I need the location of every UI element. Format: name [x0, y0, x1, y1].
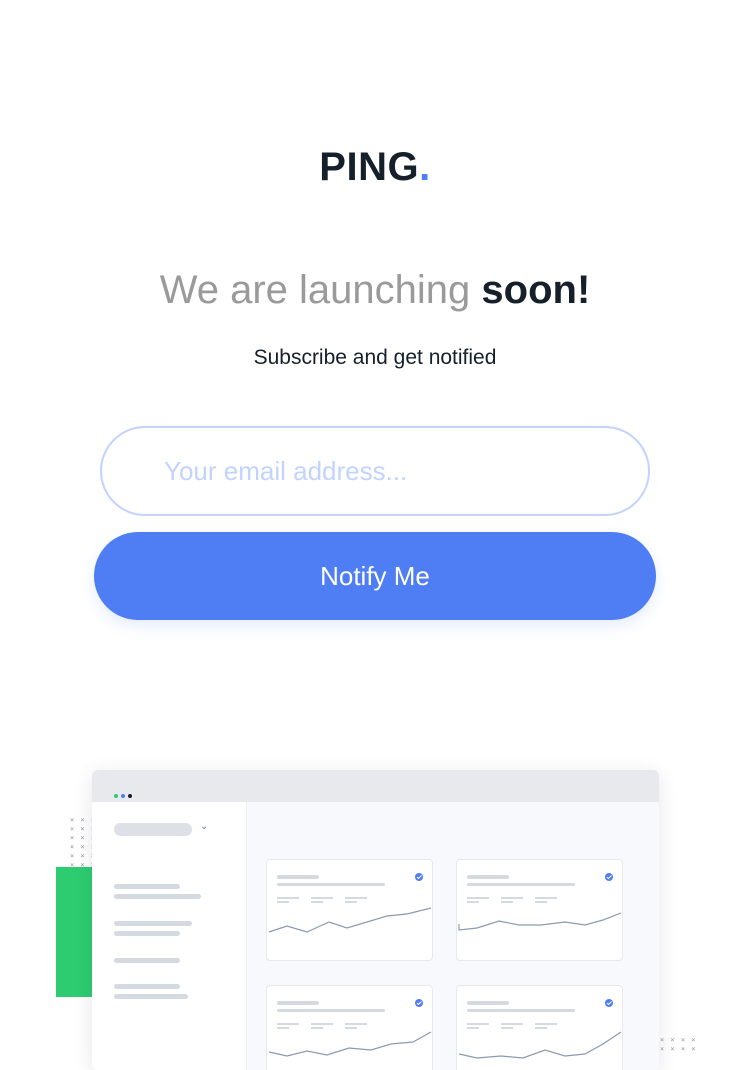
line-chart-icon [458, 999, 622, 1059]
mockup-select [114, 823, 192, 836]
mockup-line [114, 958, 180, 963]
line-chart-icon [268, 873, 432, 933]
email-field-wrapper [100, 426, 650, 516]
brand-dot: . [419, 145, 431, 189]
green-accent-block [56, 867, 96, 997]
chevron-down-icon: ⌄ [200, 821, 209, 832]
mockup-line [114, 884, 180, 889]
headline-bold: soon! [481, 268, 591, 312]
dashboard-illustration: × × × × × × × × × × × × × × × × × × × × … [0, 760, 750, 1070]
mockup-line [114, 984, 180, 989]
window-dots-icon [114, 785, 135, 803]
mockup-chart-card [266, 859, 433, 961]
x-pattern-right-icon: × × × × × × × × [660, 1036, 697, 1053]
page-headline: We are launching soon! [0, 265, 750, 315]
mockup-sidebar: ⌄ [92, 802, 247, 1070]
mockup-line [114, 931, 180, 936]
mockup-chart-card [456, 985, 623, 1070]
brand-logo: PING. [0, 143, 750, 191]
mockup-line [114, 921, 192, 926]
headline-light: We are launching [159, 268, 482, 312]
line-chart-icon [458, 873, 622, 931]
notify-me-button[interactable]: Notify Me [94, 532, 656, 620]
mockup-line [114, 894, 201, 899]
mockup-topbar [92, 770, 659, 802]
mockup-chart-card [456, 859, 623, 961]
window-dot [121, 794, 125, 798]
page-subtitle: Subscribe and get notified [253, 346, 497, 369]
window-dot [114, 794, 118, 798]
mockup-line [114, 994, 188, 999]
line-chart-icon [268, 999, 432, 1057]
brand-name: PING [319, 145, 420, 189]
mockup-chart-card [266, 985, 433, 1070]
dashboard-mockup: ⌄ [92, 770, 659, 1070]
window-dot [128, 794, 132, 798]
email-field[interactable] [164, 428, 634, 514]
